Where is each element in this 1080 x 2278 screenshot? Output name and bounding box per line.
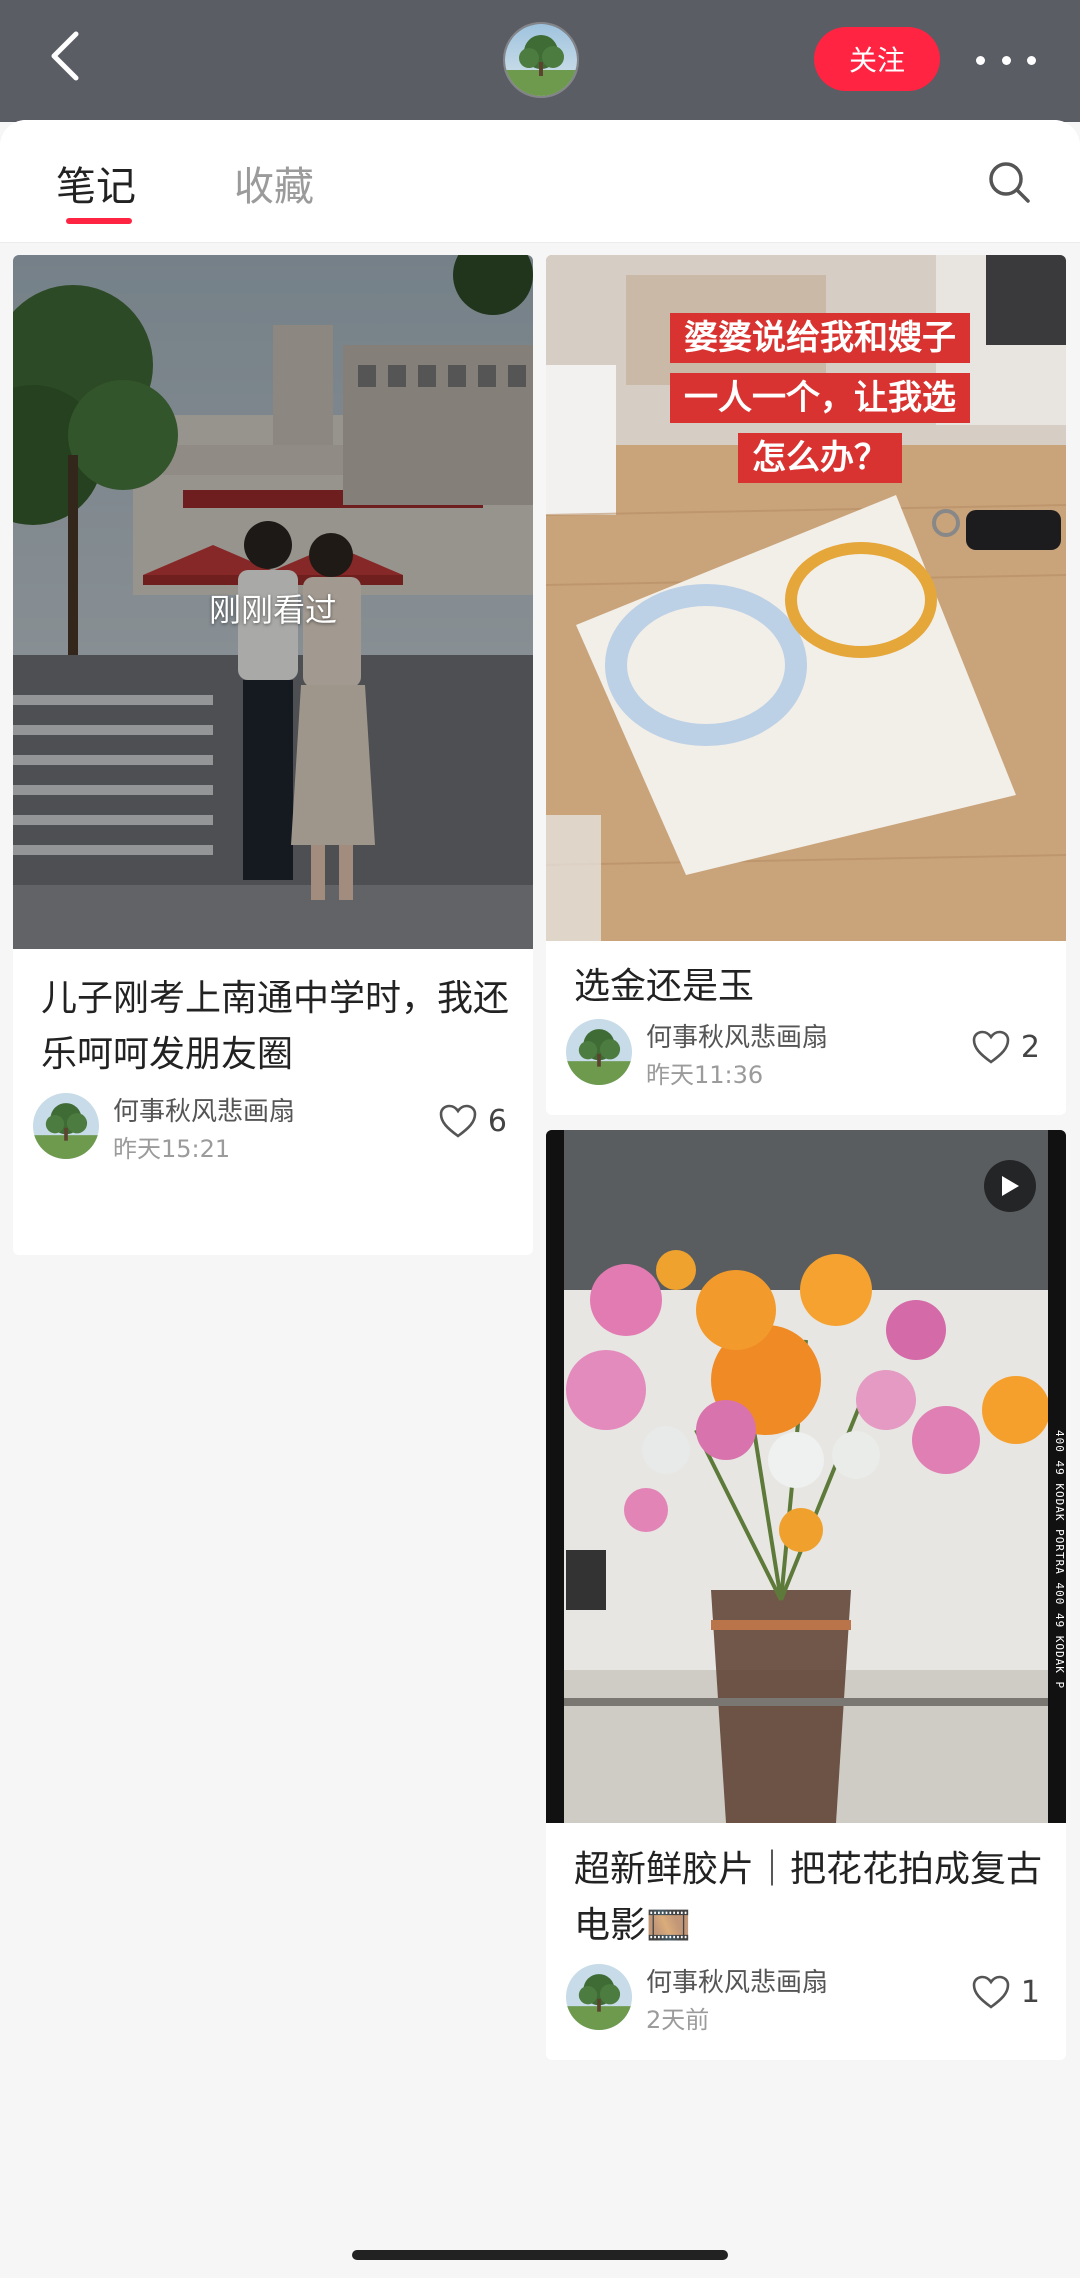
note-card[interactable]: 婆婆说给我和嫂子 一人一个，让我选 怎么办？ 选金还是玉 何事秋风悲画扇 昨天1… [546, 255, 1066, 1115]
like-count: 6 [487, 1103, 507, 1139]
cover-text-overlay: 婆婆说给我和嫂子 一人一个，让我选 怎么办？ [650, 313, 990, 493]
follow-button-label: 关注 [848, 44, 905, 77]
heart-icon [972, 1030, 1010, 1064]
like-count: 2 [1020, 1029, 1040, 1065]
author-avatar[interactable] [566, 1964, 632, 2030]
tab-bar: 笔记 收藏 [0, 120, 1080, 243]
tab-collections[interactable]: 收藏 [234, 154, 314, 212]
search-button[interactable] [985, 158, 1033, 206]
chevron-left-icon [51, 31, 79, 81]
note-title[interactable]: 儿子刚考上南通中学时，我还乐呵呵发朋友圈 [41, 971, 509, 1083]
top-bar: 关注 [0, 0, 1080, 122]
note-author-row: 何事秋风悲画扇 昨天15:21 6 [33, 1091, 507, 1163]
note-cover-image[interactable]: 400 49 KODAK PORTRA 400 49 KODAK P [546, 1130, 1066, 1823]
author-name[interactable]: 何事秋风悲画扇 [113, 1091, 295, 1128]
author-name[interactable]: 何事秋风悲画扇 [646, 1962, 828, 1999]
cover-text-line: 一人一个，让我选 [670, 373, 970, 423]
author-avatar[interactable] [566, 1019, 632, 1085]
post-time: 2天前 [646, 2006, 710, 2034]
note-author-row: 何事秋风悲画扇 2天前 1 [566, 1962, 1040, 2034]
note-cover-image[interactable]: 刚刚看过 [13, 255, 533, 949]
cover-text-line: 怎么办？ [738, 433, 902, 483]
tab-notes[interactable]: 笔记 [56, 154, 136, 212]
home-indicator[interactable] [352, 2250, 728, 2260]
author-avatar[interactable] [33, 1093, 99, 1159]
cover-text-line: 婆婆说给我和嫂子 [670, 313, 970, 363]
note-author-row: 何事秋风悲画扇 昨天11:36 2 [566, 1017, 1040, 1089]
active-tab-indicator [66, 218, 132, 224]
more-button[interactable] [976, 40, 1036, 80]
back-button[interactable] [40, 26, 90, 86]
note-title[interactable]: 超新鲜胶片｜把花花拍成复古电影🎞️ [574, 1842, 1042, 1954]
search-icon [989, 162, 1030, 203]
post-time: 昨天11:36 [646, 1061, 764, 1089]
like-button[interactable]: 6 [438, 1103, 507, 1139]
film-edge-text: 400 49 KODAK PORTRA 400 49 KODAK P [1053, 1430, 1066, 1690]
video-play-icon [984, 1160, 1036, 1212]
note-cover-image[interactable]: 婆婆说给我和嫂子 一人一个，让我选 怎么办？ [546, 255, 1066, 941]
author-name[interactable]: 何事秋风悲画扇 [646, 1017, 828, 1054]
like-button[interactable]: 1 [971, 1974, 1040, 2010]
profile-avatar[interactable] [503, 22, 579, 98]
like-count: 1 [1020, 1974, 1040, 2010]
note-card[interactable]: 400 49 KODAK PORTRA 400 49 KODAK P 超新鲜胶片… [546, 1130, 1066, 2060]
like-button[interactable]: 2 [971, 1029, 1040, 1065]
note-card[interactable]: 刚刚看过 儿子刚考上南通中学时，我还乐呵呵发朋友圈 何事秋风悲画扇 昨天15:2… [13, 255, 533, 1255]
more-icon [976, 55, 985, 65]
film-strip-right: 400 49 KODAK PORTRA 400 49 KODAK P [1048, 1130, 1066, 1823]
post-time: 昨天15:21 [113, 1135, 231, 1163]
profile-notes-page: 关注 笔记 收藏 刚刚看过 儿子刚考上南通中学时，我还乐呵呵发朋友圈 何事秋风悲… [0, 0, 1080, 2278]
heart-icon [972, 1975, 1010, 2009]
film-strip-left [546, 1130, 564, 1823]
note-title[interactable]: 选金还是玉 [574, 959, 1042, 1015]
heart-icon [439, 1104, 477, 1138]
content-sheet: 笔记 收藏 刚刚看过 儿子刚考上南通中学时，我还乐呵呵发朋友圈 何事秋风悲画扇 … [0, 120, 1080, 2278]
follow-button[interactable]: 关注 [814, 27, 940, 91]
recently-viewed-label: 刚刚看过 [208, 591, 337, 629]
